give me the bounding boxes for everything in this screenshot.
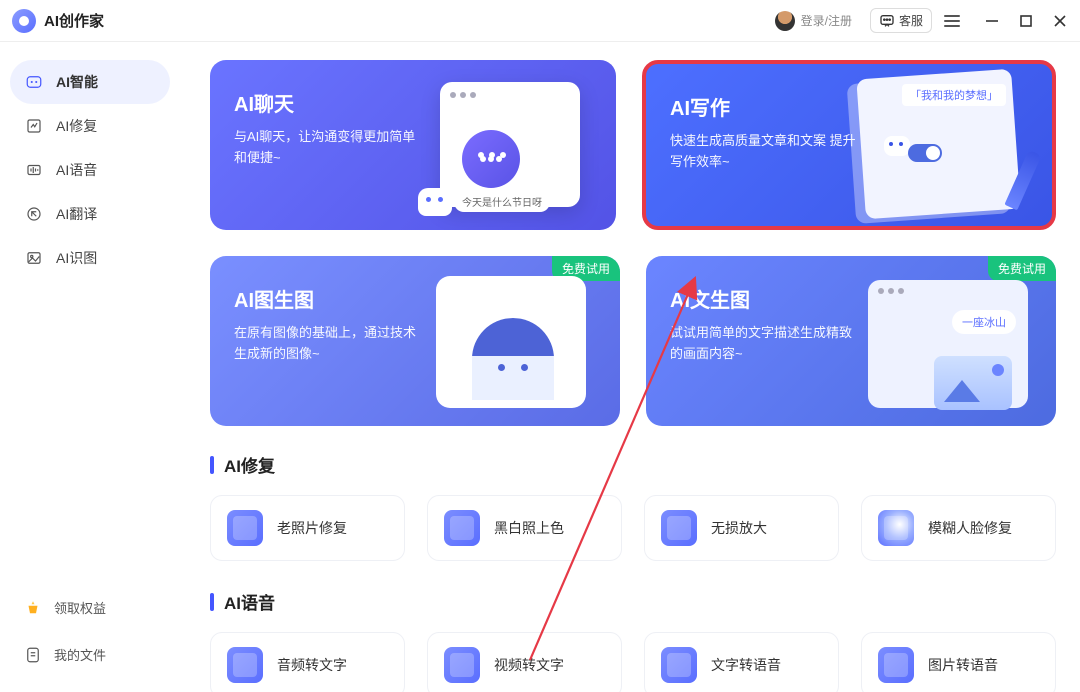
prompt-pill: 一座冰山 bbox=[952, 310, 1016, 334]
window-controls bbox=[984, 13, 1068, 29]
customer-service-button[interactable]: 客服 bbox=[870, 8, 932, 33]
imggen-illustration bbox=[414, 266, 604, 426]
app-title: AI创作家 bbox=[44, 10, 104, 31]
menu-icon[interactable] bbox=[944, 15, 960, 27]
sidebar: AI智能 AI修复 AI语音 AI翻译 AI识图 领取权益 我的文件 bbox=[0, 42, 180, 692]
gift-icon bbox=[24, 599, 42, 617]
tool-label: 黑白照上色 bbox=[494, 518, 564, 538]
colorize-icon bbox=[444, 510, 480, 546]
card-ai-chat[interactable]: AI聊天 与AI聊天，让沟通变得更加简单和便捷~ 今天是什么节日呀 bbox=[210, 60, 616, 230]
face-deblur-icon bbox=[878, 510, 914, 546]
sidebar-item-label: AI智能 bbox=[56, 72, 98, 92]
translate-icon bbox=[24, 204, 44, 224]
text-to-speech-icon bbox=[661, 647, 697, 683]
image-icon bbox=[24, 248, 44, 268]
section-bar-icon bbox=[210, 593, 214, 611]
tool-upscale[interactable]: 无损放大 bbox=[644, 495, 839, 561]
card-ai-write[interactable]: AI写作 快速生成高质量文章和文案 提升写作效率~ 「我和我的梦想」 bbox=[642, 60, 1056, 230]
sidebar-item-ai-smart[interactable]: AI智能 bbox=[10, 60, 170, 104]
reward-label: 领取权益 bbox=[54, 598, 106, 617]
tool-face-deblur[interactable]: 模糊人脸修复 bbox=[861, 495, 1056, 561]
sidebar-item-label: AI翻译 bbox=[56, 204, 97, 224]
titlebar: AI创作家 登录/注册 客服 bbox=[0, 0, 1080, 42]
card-desc: 在原有图像的基础上，通过技术生成新的图像~ bbox=[234, 323, 424, 365]
section-header-repair: AI修复 bbox=[210, 452, 1056, 477]
card-desc: 试试用简单的文字描述生成精致的画面内容~ bbox=[670, 323, 860, 365]
card-desc: 与AI聊天，让沟通变得更加简单和便捷~ bbox=[234, 127, 424, 169]
content-area: AI聊天 与AI聊天，让沟通变得更加简单和便捷~ 今天是什么节日呀 AI写作 快… bbox=[180, 42, 1080, 692]
audio-to-text-icon bbox=[227, 647, 263, 683]
tool-label: 文字转语音 bbox=[711, 655, 781, 675]
sidebar-item-ai-translate[interactable]: AI翻译 bbox=[10, 192, 170, 236]
chat-bubble-icon bbox=[879, 13, 895, 29]
tool-label: 无损放大 bbox=[711, 518, 767, 538]
section-bar-icon bbox=[210, 456, 214, 474]
tool-colorize[interactable]: 黑白照上色 bbox=[427, 495, 622, 561]
section-header-audio: AI语音 bbox=[210, 589, 1056, 614]
sidebar-item-label: AI识图 bbox=[56, 248, 97, 268]
tool-label: 老照片修复 bbox=[277, 518, 347, 538]
maximize-button[interactable] bbox=[1018, 13, 1034, 29]
image-to-speech-icon bbox=[878, 647, 914, 683]
sidebar-item-ai-audio[interactable]: AI语音 bbox=[10, 148, 170, 192]
tool-image-to-speech[interactable]: 图片转语音 bbox=[861, 632, 1056, 692]
paper-label: 「我和我的梦想」 bbox=[902, 84, 1006, 106]
tool-audio-to-text[interactable]: 音频转文字 bbox=[210, 632, 405, 692]
files-label: 我的文件 bbox=[54, 645, 106, 664]
tool-label: 图片转语音 bbox=[928, 655, 998, 675]
sidebar-item-ai-repair[interactable]: AI修复 bbox=[10, 104, 170, 148]
sidebar-item-label: AI语音 bbox=[56, 160, 97, 180]
app-logo-icon bbox=[12, 9, 36, 33]
repair-icon bbox=[24, 116, 44, 136]
tool-label: 视频转文字 bbox=[494, 655, 564, 675]
chat-tag: 今天是什么节日呀 bbox=[454, 191, 550, 212]
write-illustration: 「我和我的梦想」 bbox=[832, 66, 1042, 226]
sidebar-item-ai-image-recognition[interactable]: AI识图 bbox=[10, 236, 170, 280]
upscale-icon bbox=[661, 510, 697, 546]
customer-service-label: 客服 bbox=[899, 12, 923, 29]
audio-icon bbox=[24, 160, 44, 180]
photo-repair-icon bbox=[227, 510, 263, 546]
file-icon bbox=[24, 646, 42, 664]
section-title: AI语音 bbox=[224, 589, 275, 614]
chat-illustration: 今天是什么节日呀 bbox=[418, 82, 598, 222]
tool-old-photo-repair[interactable]: 老照片修复 bbox=[210, 495, 405, 561]
tool-label: 音频转文字 bbox=[277, 655, 347, 675]
tool-video-to-text[interactable]: 视频转文字 bbox=[427, 632, 622, 692]
card-ai-img2img[interactable]: 免费试用 AI图生图 在原有图像的基础上，通过技术生成新的图像~ bbox=[210, 256, 620, 426]
sparkle-icon bbox=[24, 72, 44, 92]
tool-label: 模糊人脸修复 bbox=[928, 518, 1012, 538]
sidebar-claim-reward[interactable]: 领取权益 bbox=[10, 588, 170, 627]
section-title: AI修复 bbox=[224, 452, 275, 477]
sidebar-my-files[interactable]: 我的文件 bbox=[10, 635, 170, 674]
avatar-icon[interactable] bbox=[775, 11, 795, 31]
close-button[interactable] bbox=[1052, 13, 1068, 29]
tool-text-to-speech[interactable]: 文字转语音 bbox=[644, 632, 839, 692]
minimize-button[interactable] bbox=[984, 13, 1000, 29]
login-link[interactable]: 登录/注册 bbox=[801, 12, 852, 29]
txtimg-illustration: 一座冰山 bbox=[834, 266, 1044, 426]
sidebar-item-label: AI修复 bbox=[56, 116, 97, 136]
card-ai-txt2img[interactable]: 免费试用 AI文生图 试试用简单的文字描述生成精致的画面内容~ 一座冰山 bbox=[646, 256, 1056, 426]
video-to-text-icon bbox=[444, 647, 480, 683]
